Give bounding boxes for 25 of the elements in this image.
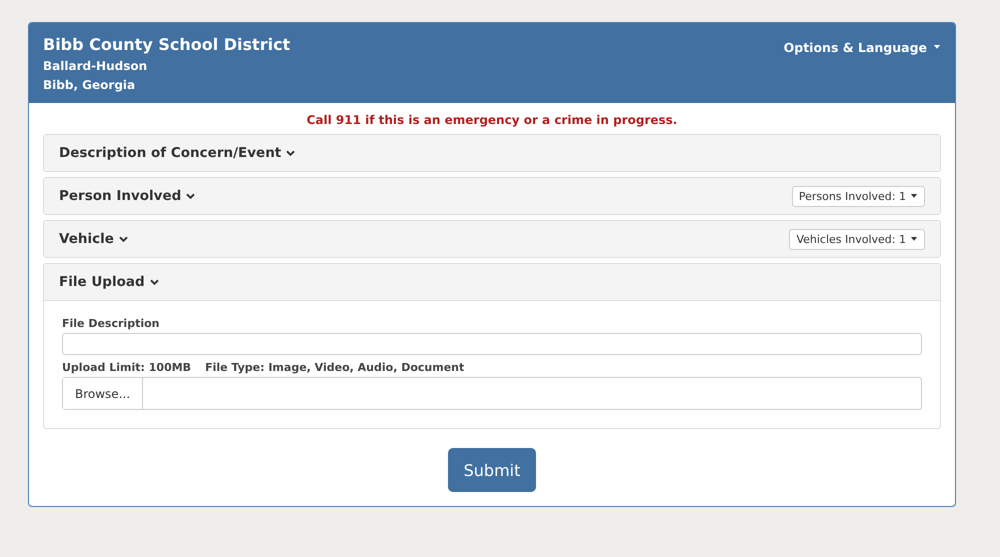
count-dropdown[interactable]: Persons Involved: 1 [792,186,925,206]
options-language-menu[interactable]: Options & Language [784,39,941,55]
file-type-text: File Type: Image, Video, Audio, Document [205,361,464,374]
caret-icon [933,44,941,50]
browse-button[interactable]: Browse... [63,378,144,409]
school-name: Ballard-Hudson [43,59,148,73]
location-text: Bibb, Georgia [43,78,136,92]
chevron-icon [286,150,296,156]
count-dropdown[interactable]: Vehicles Involved: 1 [789,228,925,250]
chevron-icon [150,278,159,286]
file-picker-field[interactable]: Browse... [62,377,922,410]
emergency-notice: Call 911 if this is an emergency or a crime in progress. [306,113,678,127]
chevron-icon [186,192,196,200]
field-label: File Description [62,317,160,330]
section-title[interactable]: File Upload [59,274,159,290]
chevron-icon [118,236,128,242]
section-title[interactable]: Vehicle [59,231,128,247]
caret-icon [910,236,918,242]
section-title[interactable]: Description of Concern/Event [59,145,296,161]
upload-limit-text: Upload Limit: 100MB [62,361,192,374]
section-title[interactable]: Person Involved [59,188,196,204]
district-title: Bibb County School District [43,35,290,54]
submit-button[interactable]: Submit [448,448,536,492]
caret-icon [910,194,918,198]
file-description-field[interactable] [62,333,922,355]
